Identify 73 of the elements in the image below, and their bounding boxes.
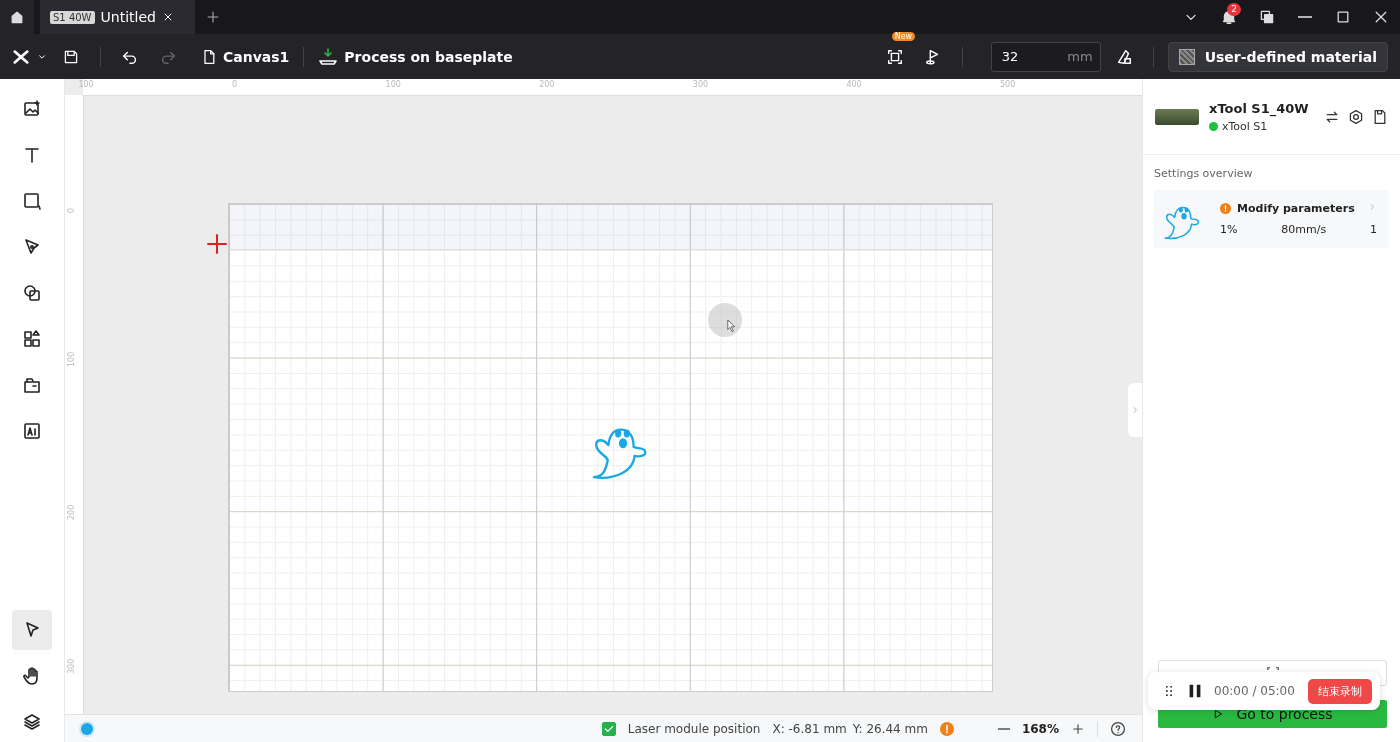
document-icon [201,48,217,65]
machine-picture [1155,108,1199,125]
ruler-label: 100 [385,80,401,89]
notifications-button[interactable]: 2 [1210,0,1248,34]
baseplate-icon [318,46,339,67]
help-button[interactable] [1110,720,1126,737]
project-name-button[interactable]: Canvas1 [201,40,290,73]
card-title: Modify parameters [1237,202,1355,215]
warning-icon [1220,203,1231,214]
pointer-tool[interactable] [12,610,52,650]
layers-icon [22,712,42,732]
passes-value: 1 [1370,223,1377,236]
machine-badge: S1 40W [50,10,95,24]
warning-icon[interactable] [939,721,954,736]
x-coordinate: X: -6.81 mm [772,721,847,736]
crosshair-icon [207,234,227,254]
document-tab[interactable]: S1 40W Untitled [40,0,195,34]
zoom-in-button[interactable] [1071,721,1085,736]
ruler-label: 200 [67,504,76,521]
material-button[interactable]: User-defined material [1167,41,1388,72]
new-badge: New [891,31,916,41]
checkbox-label: Laser module position [627,721,761,736]
unit-label: mm [1067,48,1093,64]
chevron-right-icon [1367,202,1377,212]
settings-icon[interactable] [1348,108,1364,125]
ruler-label: 300 [67,658,76,674]
add-image-icon [22,99,42,119]
save-icon [63,48,79,65]
text-icon [22,145,42,165]
settings-card[interactable]: Modify parameters 1% 80mm/s 1 [1154,190,1389,248]
overlapping-shapes-icon [22,283,42,303]
ruler-label: 300 [692,80,709,89]
home-icon [9,9,25,25]
section-title: Settings overview [1153,166,1254,182]
rectangle-icon [22,191,42,211]
y-coordinate: Y: 26.44 mm [852,721,928,736]
ruler-label: 500 [1000,80,1016,89]
ruler-label: 100 [78,80,94,89]
zoom-level: 168% [1021,721,1059,736]
ruler-label: 400 [846,80,862,89]
minus-icon [997,727,1010,730]
close-icon [1373,9,1389,25]
recording-time: 00:00 / 05:00 [1214,684,1295,698]
apps-icon [22,329,42,349]
process-mode-button[interactable]: Process on baseplate [318,40,513,73]
home-button[interactable] [0,0,34,34]
notification-count: 2 [1227,3,1241,16]
windows-icon [1259,9,1275,25]
minimize-icon [1298,16,1312,18]
save-icon[interactable] [1372,108,1388,125]
ruler-label: 200 [539,80,555,89]
status-indicator [81,722,93,735]
tab-title: Untitled [100,9,156,25]
plus-icon [1071,721,1085,736]
ai-image-icon [22,421,42,441]
stop-recording-button[interactable]: 结束录制 [1308,678,1372,704]
plus-icon [206,10,220,24]
help-icon [1110,720,1126,737]
pen-icon [22,237,42,257]
device-name: xTool S1_40W [1209,100,1309,116]
logo-icon [12,47,30,66]
chevron-right-icon [1130,405,1140,415]
folder-icon [22,375,42,395]
ruler-label: 0 [232,80,238,89]
cursor-highlight [708,303,742,337]
power-value: 1% [1220,223,1238,236]
speed-value: 80mm/s [1281,223,1327,236]
play-icon [1212,708,1225,720]
laser-position-checkbox[interactable] [601,721,616,736]
ruler-label: 100 [67,351,76,367]
device-model: xTool S1 [1222,119,1268,133]
scan-icon [885,47,904,66]
maximize-icon [1335,9,1351,25]
